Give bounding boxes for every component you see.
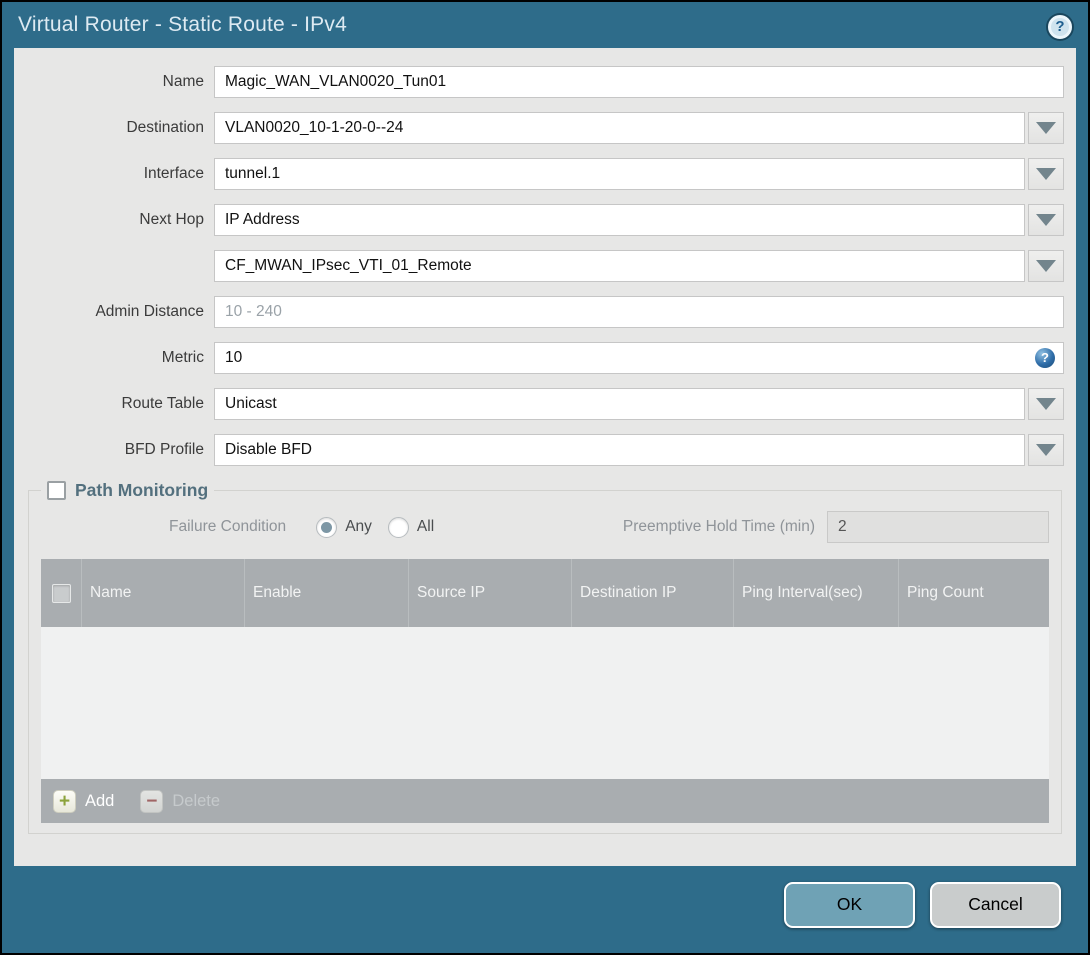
column-header-ping-interval[interactable]: Ping Interval(sec) xyxy=(733,559,898,627)
minus-icon: − xyxy=(140,789,164,813)
interface-input[interactable] xyxy=(214,158,1025,190)
name-row: Name xyxy=(14,66,1064,98)
next-hop-dropdown-button[interactable] xyxy=(1028,204,1064,236)
chevron-down-icon xyxy=(1036,398,1056,410)
metric-input[interactable] xyxy=(214,342,1064,374)
admin-distance-row: Admin Distance xyxy=(14,296,1064,328)
metric-help-icon: ? xyxy=(1035,348,1055,368)
chevron-down-icon xyxy=(1036,122,1056,134)
failure-condition-any-radio[interactable] xyxy=(316,516,338,538)
bfd-profile-fieldwrap xyxy=(214,434,1064,466)
interface-dropdown-button[interactable] xyxy=(1028,158,1064,190)
interface-row: Interface xyxy=(14,158,1064,190)
path-monitoring-legend: Path Monitoring xyxy=(41,480,214,501)
table-body-empty xyxy=(41,627,1049,779)
column-header-enable[interactable]: Enable xyxy=(244,559,408,627)
failure-condition-any-label: Any xyxy=(345,518,372,535)
column-header-ping-count[interactable]: Ping Count xyxy=(898,559,1049,627)
dialog-title: Virtual Router - Static Route - IPv4 xyxy=(18,13,347,36)
path-monitoring-table: Name Enable Source IP Destination IP Pin… xyxy=(41,559,1049,823)
plus-icon: + xyxy=(53,789,76,813)
preemptive-hold-time-label: Preemptive Hold Time (min) xyxy=(622,518,815,535)
admin-distance-fieldwrap xyxy=(214,296,1064,328)
path-monitoring-section: Path Monitoring Failure Condition Any Al… xyxy=(28,480,1062,834)
next-hop-row: Next Hop xyxy=(14,204,1064,236)
next-hop-fieldwrap xyxy=(214,204,1064,236)
screenshot-frame: Virtual Router - Static Route - IPv4 ? N… xyxy=(0,0,1090,955)
next-hop-address-input[interactable] xyxy=(214,250,1025,282)
table-toolbar: + Add − Delete xyxy=(41,779,1049,823)
static-route-dialog: Virtual Router - Static Route - IPv4 ? N… xyxy=(2,2,1088,953)
destination-fieldwrap xyxy=(214,112,1064,144)
chevron-down-icon xyxy=(1036,168,1056,180)
failure-condition-all-label: All xyxy=(416,518,435,535)
name-input[interactable] xyxy=(214,66,1064,98)
name-fieldwrap xyxy=(214,66,1064,98)
dialog-footer: OK Cancel xyxy=(2,866,1088,953)
destination-input[interactable] xyxy=(214,112,1025,144)
destination-dropdown-button[interactable] xyxy=(1028,112,1064,144)
route-table-dropdown-button[interactable] xyxy=(1028,388,1064,420)
destination-label: Destination xyxy=(126,119,204,136)
select-all-cell xyxy=(41,559,81,627)
column-header-name[interactable]: Name xyxy=(81,559,244,627)
metric-label: Metric xyxy=(161,349,204,366)
help-icon[interactable]: ? xyxy=(1048,15,1072,39)
table-header-row: Name Enable Source IP Destination IP Pin… xyxy=(41,559,1049,627)
add-button[interactable]: + Add xyxy=(53,789,115,813)
route-table-fieldwrap xyxy=(214,388,1064,420)
bfd-profile-label: BFD Profile xyxy=(124,441,204,458)
metric-row: Metric ? xyxy=(14,342,1064,374)
next-hop-address-row xyxy=(14,250,1064,282)
path-monitoring-title: Path Monitoring xyxy=(75,480,209,500)
next-hop-select[interactable] xyxy=(214,204,1025,236)
route-table-select[interactable] xyxy=(214,388,1025,420)
ok-button[interactable]: OK xyxy=(784,881,915,928)
delete-button[interactable]: − Delete xyxy=(140,789,221,813)
chevron-down-icon xyxy=(1036,444,1056,456)
admin-distance-input[interactable] xyxy=(214,296,1064,328)
next-hop-address-dropdown-button[interactable] xyxy=(1028,250,1064,282)
route-table-row: Route Table xyxy=(14,388,1064,420)
interface-fieldwrap xyxy=(214,158,1064,190)
name-label: Name xyxy=(162,73,204,90)
delete-button-label: Delete xyxy=(172,791,221,810)
admin-distance-label: Admin Distance xyxy=(95,303,204,320)
path-monitoring-checkbox[interactable] xyxy=(47,481,66,500)
next-hop-address-fieldwrap xyxy=(214,250,1064,282)
metric-fieldwrap: ? xyxy=(214,342,1064,374)
next-hop-label: Next Hop xyxy=(139,211,204,228)
path-monitoring-options-row: Failure Condition Any All Preemptive Hol… xyxy=(41,511,1049,543)
cancel-button[interactable]: Cancel xyxy=(930,881,1061,928)
bfd-profile-dropdown-button[interactable] xyxy=(1028,434,1064,466)
column-header-destination-ip[interactable]: Destination IP xyxy=(571,559,733,627)
bfd-profile-select[interactable] xyxy=(214,434,1025,466)
dialog-body: Name Destination Interface xyxy=(14,48,1076,866)
destination-row: Destination xyxy=(14,112,1064,144)
preemptive-hold-time-input[interactable] xyxy=(827,511,1049,543)
add-button-label: Add xyxy=(85,791,115,810)
select-all-checkbox[interactable] xyxy=(51,583,71,603)
bfd-profile-row: BFD Profile xyxy=(14,434,1064,466)
chevron-down-icon xyxy=(1036,214,1056,226)
failure-condition-all-radio[interactable] xyxy=(387,516,409,538)
interface-label: Interface xyxy=(143,165,204,182)
chevron-down-icon xyxy=(1036,260,1056,272)
column-header-source-ip[interactable]: Source IP xyxy=(408,559,571,627)
failure-condition-label: Failure Condition xyxy=(169,518,287,535)
dialog-titlebar: Virtual Router - Static Route - IPv4 ? xyxy=(2,2,1088,48)
route-table-label: Route Table xyxy=(121,395,204,412)
